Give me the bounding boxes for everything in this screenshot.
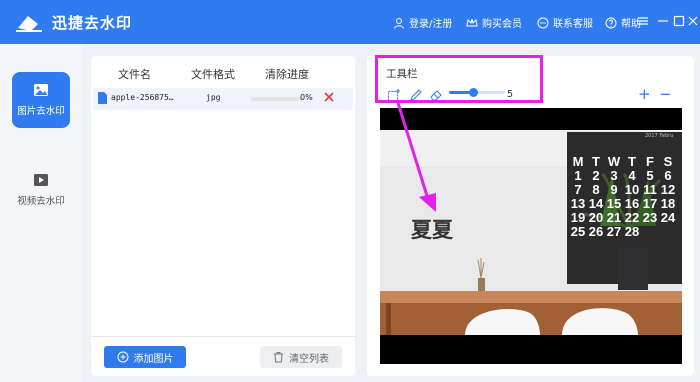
clear-list-button[interactable]: 清空列表 bbox=[260, 346, 342, 368]
calendar-cell: 19 bbox=[570, 210, 586, 225]
calendar-cell: 8 bbox=[592, 182, 600, 197]
plus-circle-icon bbox=[117, 351, 128, 363]
calendar-cell: 13 bbox=[570, 196, 586, 211]
chat-icon bbox=[537, 17, 549, 28]
close-icon[interactable] bbox=[688, 14, 698, 28]
letterbox-bottom bbox=[380, 335, 682, 364]
progress-text: 0% bbox=[300, 93, 313, 102]
buy-member-link[interactable]: 购买会员 bbox=[466, 15, 522, 30]
file-table-header: 文件名 文件格式 清除进度 bbox=[91, 56, 355, 86]
eraser-logo-icon bbox=[16, 16, 42, 32]
buy-label: 购买会员 bbox=[482, 19, 522, 30]
calendar-cell: 11 bbox=[643, 182, 657, 197]
add-image-label: 添加图片 bbox=[133, 353, 174, 365]
calendar-cell: 24 bbox=[660, 210, 676, 225]
calendar-cell: 16 bbox=[624, 196, 640, 211]
calendar-cell: 6 bbox=[664, 168, 672, 183]
help-icon bbox=[605, 17, 617, 28]
zoom-out-button[interactable]: − bbox=[659, 85, 672, 103]
maximize-icon[interactable] bbox=[672, 14, 686, 28]
app-title: 迅捷去水印 bbox=[52, 14, 133, 32]
calendar-cell: 10 bbox=[624, 182, 640, 197]
calendar-cell: 17 bbox=[642, 196, 658, 211]
toolbar-highlight-box bbox=[375, 55, 543, 103]
watermark-text: 夏夏 bbox=[411, 217, 453, 242]
calendar-header: 2017 Febru bbox=[645, 133, 674, 139]
calendar-cell: 1 bbox=[574, 168, 582, 183]
calendar-cell: 15 bbox=[606, 196, 622, 211]
nav-video-watermark[interactable]: 视频去水印 bbox=[12, 162, 70, 218]
column-header: 文件名 bbox=[118, 68, 151, 81]
calendar-cell: 5 bbox=[646, 168, 654, 183]
calendar-cell: 4 bbox=[628, 168, 636, 183]
delete-icon[interactable] bbox=[323, 91, 335, 103]
calendar-cell: 20 bbox=[588, 210, 604, 225]
table-row[interactable]: apple-256875… jpg 0% bbox=[93, 88, 353, 110]
calendar-cell: 25 bbox=[570, 224, 586, 239]
column-header: 清除进度 bbox=[265, 68, 309, 81]
calendar-cell: W bbox=[607, 154, 621, 169]
nav-image-watermark[interactable]: 图片去水印 bbox=[12, 72, 70, 128]
video-play-icon bbox=[34, 174, 48, 186]
file-list-panel: 文件名 文件格式 清除进度 apple-256875… jpg 0% 添加图片 … bbox=[91, 56, 355, 376]
column-header: 文件格式 bbox=[191, 68, 235, 81]
minimize-icon[interactable] bbox=[656, 14, 670, 28]
image-icon bbox=[34, 84, 48, 96]
left-nav: 图片去水印 视频去水印 bbox=[0, 44, 82, 382]
login-link[interactable]: 登录/注册 bbox=[393, 15, 452, 30]
service-label: 联系客服 bbox=[553, 19, 593, 30]
calendar-cell: 3 bbox=[610, 168, 618, 183]
calendar-cell: 12 bbox=[660, 182, 676, 197]
crown-icon bbox=[466, 18, 478, 26]
calendar-grid: M T W T F S 1 2 3 4 5 6 7 8 9 10 11 12 13 14 15 16 17 18 19 20 21 2… bbox=[569, 155, 679, 238]
menu-icon[interactable] bbox=[636, 14, 650, 28]
title-bar: 迅捷去水印 登录/注册 购买会员 联系客服 帮助 bbox=[0, 0, 700, 44]
calendar-cell: T bbox=[592, 154, 600, 169]
nav-label: 视频去水印 bbox=[17, 196, 65, 207]
zoom-in-button[interactable]: + bbox=[638, 85, 651, 103]
divider bbox=[91, 336, 355, 337]
calendar-cell: 9 bbox=[610, 182, 618, 197]
calendar-cell: 23 bbox=[642, 210, 658, 225]
calendar-cell: 7 bbox=[574, 182, 582, 197]
trash-icon bbox=[274, 352, 283, 363]
nav-label: 图片去水印 bbox=[17, 106, 65, 117]
calendar-cell: 26 bbox=[588, 224, 604, 239]
calendar-cell: 22 bbox=[624, 210, 640, 225]
file-name: apple-256875… bbox=[111, 93, 174, 102]
contact-service-link[interactable]: 联系客服 bbox=[537, 15, 593, 30]
calendar-cell: 28 bbox=[624, 224, 640, 239]
login-label: 登录/注册 bbox=[409, 19, 453, 30]
calendar-cell: M bbox=[572, 154, 584, 169]
file-icon bbox=[98, 92, 107, 104]
calendar-cell: 18 bbox=[660, 196, 676, 211]
calendar-cell: 27 bbox=[606, 224, 622, 239]
calendar-cell: F bbox=[646, 154, 654, 169]
clear-list-label: 清空列表 bbox=[289, 353, 329, 365]
calendar-cell: 21 bbox=[606, 210, 622, 225]
letterbox-top bbox=[380, 108, 682, 130]
calendar-cell: S bbox=[663, 154, 673, 169]
calendar-cell: 2 bbox=[592, 168, 600, 183]
calendar-cell: 14 bbox=[588, 196, 604, 211]
add-image-button[interactable]: 添加图片 bbox=[104, 346, 186, 368]
user-icon bbox=[394, 17, 404, 29]
calendar-cell: T bbox=[628, 154, 636, 169]
file-format: jpg bbox=[206, 93, 221, 102]
progress-bar bbox=[251, 97, 303, 101]
